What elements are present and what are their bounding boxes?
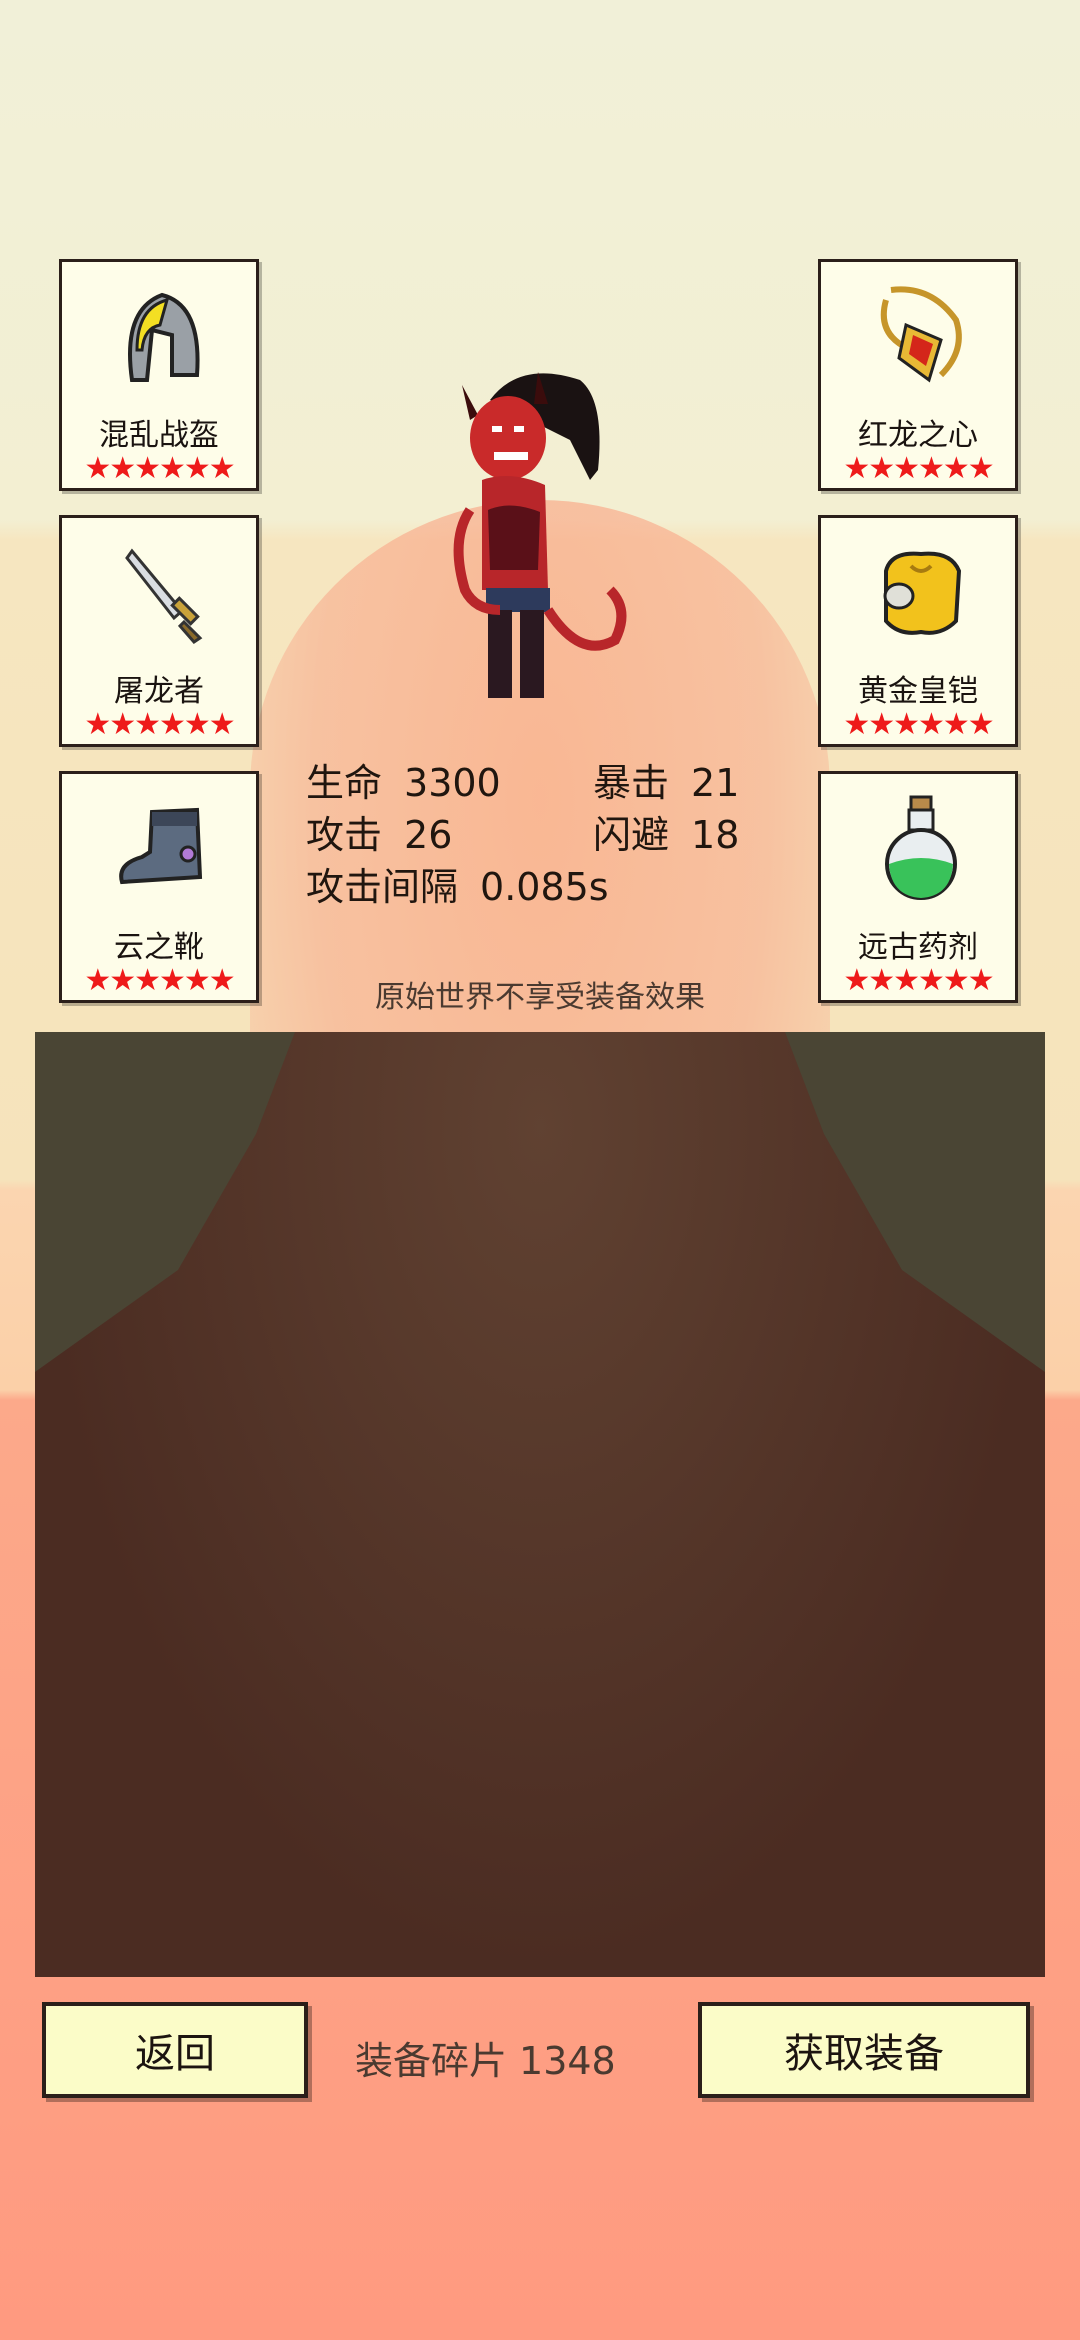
equipment-name: 远古药剂 (858, 930, 978, 965)
stat-crit: 暴击 21 (593, 752, 739, 807)
panel-corner-right (785, 1032, 1045, 1372)
stat-hp: 生命 3300 (306, 752, 501, 807)
stat-value: 3300 (404, 761, 501, 805)
fragments-count: 1348 (519, 2039, 616, 2083)
equipment-name: 混乱战盔 (99, 418, 219, 453)
equipment-slot-weapon[interactable]: 屠龙者 ★★★★★★ (59, 515, 259, 747)
dagger-icon (125, 548, 203, 644)
stat-label: 闪避 (593, 813, 670, 857)
stat-label: 攻击间隔 (306, 865, 459, 909)
stat-label: 生命 (306, 761, 383, 805)
stat-label: 攻击 (306, 813, 383, 857)
equipment-name: 红龙之心 (858, 418, 978, 453)
stat-value: 18 (691, 813, 740, 857)
demon-character-sprite (453, 372, 627, 698)
equipment-slot-potion[interactable]: 远古药剂 ★★★★★★ (818, 771, 1018, 1003)
equipment-name: 屠龙者 (114, 674, 204, 709)
rarity-stars: ★★★★★★ (843, 451, 994, 486)
stat-attack-interval: 攻击间隔 0.085s (306, 856, 609, 911)
equipment-name: 黄金皇铠 (858, 674, 978, 709)
equipment-slot-amulet[interactable]: 红龙之心 ★★★★★★ (818, 259, 1018, 491)
equipment-fragments: 装备碎片 1348 (355, 2030, 616, 2085)
stat-dodge: 闪避 18 (593, 804, 739, 859)
equipment-notice: 原始世界不享受装备效果 (375, 980, 705, 1015)
stat-value: 21 (691, 761, 740, 805)
armor-icon (883, 551, 962, 635)
stat-label: 暴击 (593, 761, 670, 805)
back-button[interactable]: 返回 (42, 2002, 308, 2098)
stat-value: 26 (404, 813, 453, 857)
potion-icon (885, 795, 957, 900)
rarity-stars: ★★★★★★ (843, 707, 994, 742)
equipment-name: 云之靴 (114, 930, 204, 965)
amulet-icon (880, 286, 962, 383)
get-equipment-button[interactable]: 获取装备 (698, 2002, 1030, 2098)
fragments-label: 装备碎片 (355, 2039, 508, 2083)
equipment-slot-armor[interactable]: 黄金皇铠 ★★★★★★ (818, 515, 1018, 747)
rarity-stars: ★★★★★★ (84, 451, 235, 486)
helmet-icon (128, 292, 200, 382)
panel-corner-left (35, 1032, 295, 1372)
stat-value: 0.085s (480, 865, 609, 909)
boot-icon (119, 807, 203, 885)
equipment-slot-helmet[interactable]: 混乱战盔 ★★★★★★ (59, 259, 259, 491)
equipment-slot-boots[interactable]: 云之靴 ★★★★★★ (59, 771, 259, 1003)
rarity-stars: ★★★★★★ (84, 707, 235, 742)
stat-attack: 攻击 26 (306, 804, 452, 859)
inventory-panel[interactable] (35, 1032, 1045, 1977)
